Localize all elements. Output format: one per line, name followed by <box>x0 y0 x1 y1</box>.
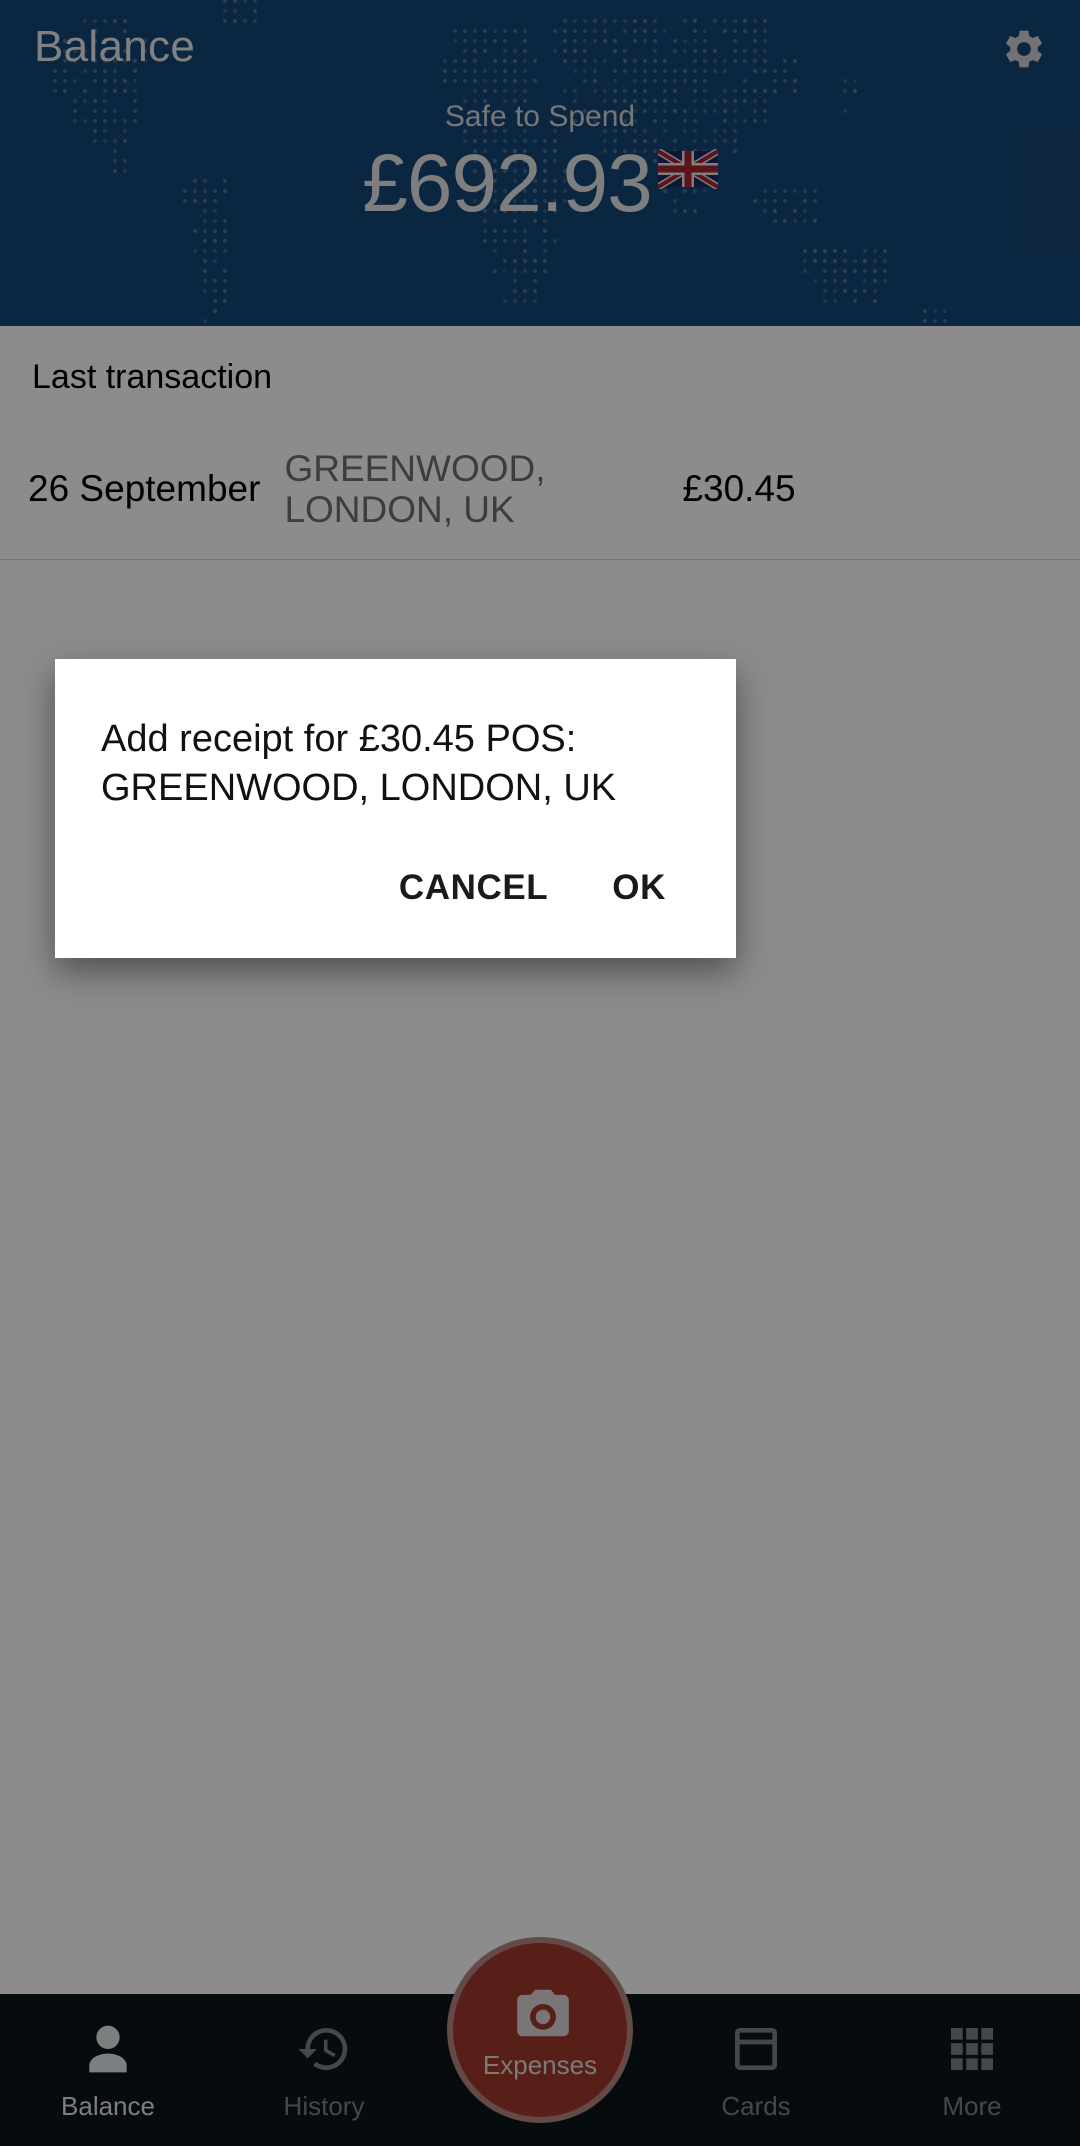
dialog-message: Add receipt for £30.45 POS: GREENWOOD, L… <box>101 715 690 812</box>
ok-button[interactable]: OK <box>610 862 690 914</box>
dialog-scrim-overlay[interactable] <box>0 0 1080 2146</box>
add-receipt-dialog: Add receipt for £30.45 POS: GREENWOOD, L… <box>55 659 736 958</box>
dialog-action-row: CANCEL OK <box>101 812 690 958</box>
cancel-button[interactable]: CANCEL <box>397 862 550 914</box>
